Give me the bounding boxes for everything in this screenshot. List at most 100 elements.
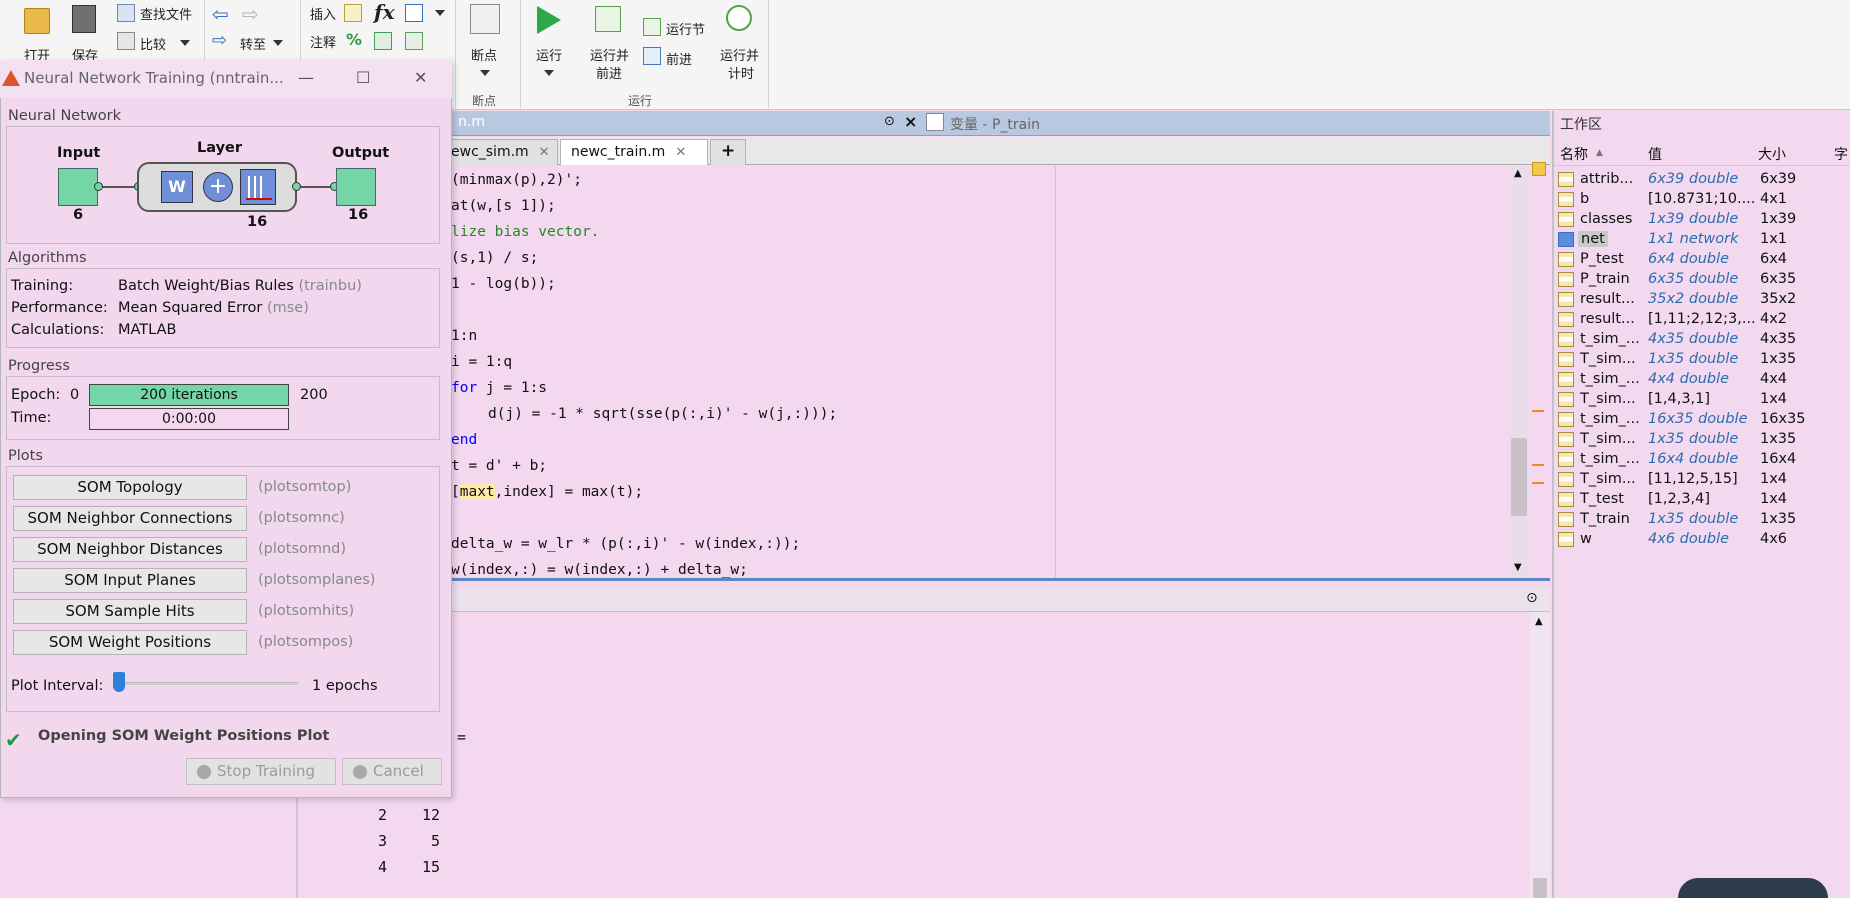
code-line[interactable]: delta_w = w_lr * (p(:,i)' - w(index,:)); [451,536,800,552]
advance-icon[interactable] [643,47,661,65]
compare-dropdown-icon[interactable] [180,40,190,46]
find-files-button[interactable]: 查找文件 [140,4,192,23]
goto-button[interactable]: 转至 [240,34,266,53]
back-arrow-icon[interactable]: ⇦ [212,2,229,26]
code-line[interactable]: at(w,[s 1]); [451,198,556,214]
editor-close-icon[interactable]: × [904,112,917,131]
insert-dropdown-icon[interactable] [435,10,445,16]
analyzer-status-icon[interactable] [1532,162,1546,176]
col-extra[interactable]: 字 [1834,144,1848,164]
variables-pencil-icon[interactable] [926,113,944,131]
code-line[interactable]: d(j) = -1 * sqrt(sse(p(:,i)' - w(j,:))); [488,406,837,422]
find-files-icon[interactable] [117,4,135,22]
code-line[interactable]: [maxt,index] = max(t); [451,484,643,500]
workspace-row[interactable]: T_sim... [11,12,5,15] 1x4 [1556,469,1850,489]
run-dropdown-icon[interactable] [544,70,554,76]
plot-interval-slider-thumb[interactable] [113,672,125,692]
minimize-icon[interactable]: — [298,68,314,87]
code-line[interactable]: lize bias vector. [451,224,599,240]
workspace-row[interactable]: t_sim_... 16x35 double 16x35 [1556,409,1850,429]
editor-options-icon[interactable]: ⊙ [884,114,895,129]
indent-icon[interactable] [405,32,423,50]
run-and-time-button-line1[interactable]: 运行并 [720,45,759,64]
plot-button[interactable]: SOM Topology [13,475,247,500]
tab-ewc-sim[interactable]: ewc_sim.m ✕ [440,139,558,165]
code-scrollbar[interactable]: ▲ ▼ [1509,166,1529,578]
plot-button[interactable]: SOM Neighbor Connections [13,506,247,531]
code-line[interactable]: w(index,:) = w(index,:) + delta_w; [451,562,748,578]
stop-training-button[interactable]: Stop Training [186,758,336,785]
fx-icon[interactable]: fx [374,0,395,24]
workspace-row[interactable]: attrib... 6x39 double 6x39 [1556,169,1850,189]
run-and-advance-button-line1[interactable]: 运行并 [590,45,629,64]
workspace-row[interactable]: result... [1,11;2,12;3,... 4x2 [1556,309,1850,329]
breakpoints-icon[interactable] [470,4,500,34]
scroll-down-icon[interactable]: ▼ [1514,562,1522,573]
workspace-row[interactable]: w 4x6 double 4x6 [1556,529,1850,549]
breakpoints-button[interactable]: 断点 [471,45,497,64]
command-window-options-icon[interactable]: ⊙ [1526,590,1538,606]
run-and-time-icon[interactable] [726,5,752,31]
goto-dropdown-icon[interactable] [273,40,283,46]
run-and-time-button-line2[interactable]: 计时 [728,63,754,82]
col-size[interactable]: 大小 [1758,144,1786,164]
workspace-row[interactable]: T_sim... 1x35 double 1x35 [1556,429,1850,449]
plot-button[interactable]: SOM Weight Positions [13,630,247,655]
comment-button[interactable]: 注释 [310,32,336,51]
save-disk-icon[interactable] [72,5,96,33]
workspace-row[interactable]: T_sim... 1x35 double 1x35 [1556,349,1850,369]
maximize-icon[interactable]: ☐ [356,68,370,87]
plot-button[interactable]: SOM Neighbor Distances [13,537,247,562]
compare-button[interactable]: 比较 [140,34,166,53]
tab-newc-train[interactable]: newc_train.m ✕ [560,139,708,165]
command-scrollbar[interactable]: ▲ [1530,612,1550,898]
code-line[interactable]: 1:n [451,328,477,344]
workspace-row[interactable]: P_train 6x35 double 6x35 [1556,269,1850,289]
insert-section-icon[interactable] [344,4,362,22]
workspace-row[interactable]: t_sim_... 4x35 double 4x35 [1556,329,1850,349]
run-button[interactable]: 运行 [536,45,562,64]
scroll-up-icon[interactable]: ▲ [1535,616,1543,627]
wrap-comment-icon[interactable] [374,32,392,50]
col-name[interactable]: 名称 [1560,144,1588,164]
workspace-row[interactable]: classes 1x39 double 1x39 [1556,209,1850,229]
workspace-row[interactable]: T_sim... [1,4,3,1] 1x4 [1556,389,1850,409]
workspace-row[interactable]: net 1x1 network 1x1 [1556,229,1850,249]
warning-marker[interactable] [1532,464,1544,466]
code-line[interactable]: (s,1) / s; [451,250,538,266]
variables-tab[interactable]: 变量 - P_train [950,114,1040,134]
command-window[interactable]: = 2 12 3 5 4 15 [298,612,1532,898]
run-and-advance-button-line2[interactable]: 前进 [596,63,622,82]
scroll-up-icon[interactable]: ▲ [1514,168,1522,179]
compare-icon[interactable] [117,32,135,50]
forward-arrow-icon[interactable]: ⇨ [242,2,259,26]
workspace-row[interactable]: t_sim_... 4x4 double 4x4 [1556,369,1850,389]
insert-button[interactable]: 插入 [310,4,336,23]
code-line[interactable]: 1 - log(b)); [451,276,556,292]
tab-close-icon[interactable]: ✕ [539,145,550,160]
warning-marker[interactable] [1532,482,1544,484]
workspace-row[interactable]: T_train 1x35 double 1x35 [1556,509,1850,529]
cancel-button[interactable]: Cancel [342,758,442,785]
goto-icon[interactable]: ⇨ [212,30,227,51]
code-line[interactable]: end [451,432,477,448]
new-tab-plus-icon[interactable]: + [710,139,746,165]
command-scrollbar-thumb[interactable] [1533,878,1547,898]
close-icon[interactable]: ✕ [414,68,427,87]
warning-marker[interactable] [1532,410,1544,412]
col-value[interactable]: 值 [1648,144,1662,164]
plot-button[interactable]: SOM Input Planes [13,568,247,593]
workspace-row[interactable]: T_test [1,2,3,4] 1x4 [1556,489,1850,509]
advance-button[interactable]: 前进 [666,49,692,68]
code-line[interactable]: t = d' + b; [451,458,547,474]
workspace-row[interactable]: result... 35x2 double 35x2 [1556,289,1850,309]
chart-icon[interactable] [405,4,423,22]
workspace-row[interactable]: P_test 6x4 double 6x4 [1556,249,1850,269]
tab-close-icon[interactable]: ✕ [675,145,686,160]
plot-button[interactable]: SOM Sample Hits [13,599,247,624]
workspace-row[interactable]: b [10.8731;10.... 4x1 [1556,189,1850,209]
breakpoints-dropdown-icon[interactable] [480,70,490,76]
code-editor[interactable]: (minmax(p),2)'; at(w,[s 1]); lize bias vec… [298,166,1532,578]
code-scrollbar-thumb[interactable] [1511,438,1527,516]
run-section-icon[interactable] [643,18,661,36]
